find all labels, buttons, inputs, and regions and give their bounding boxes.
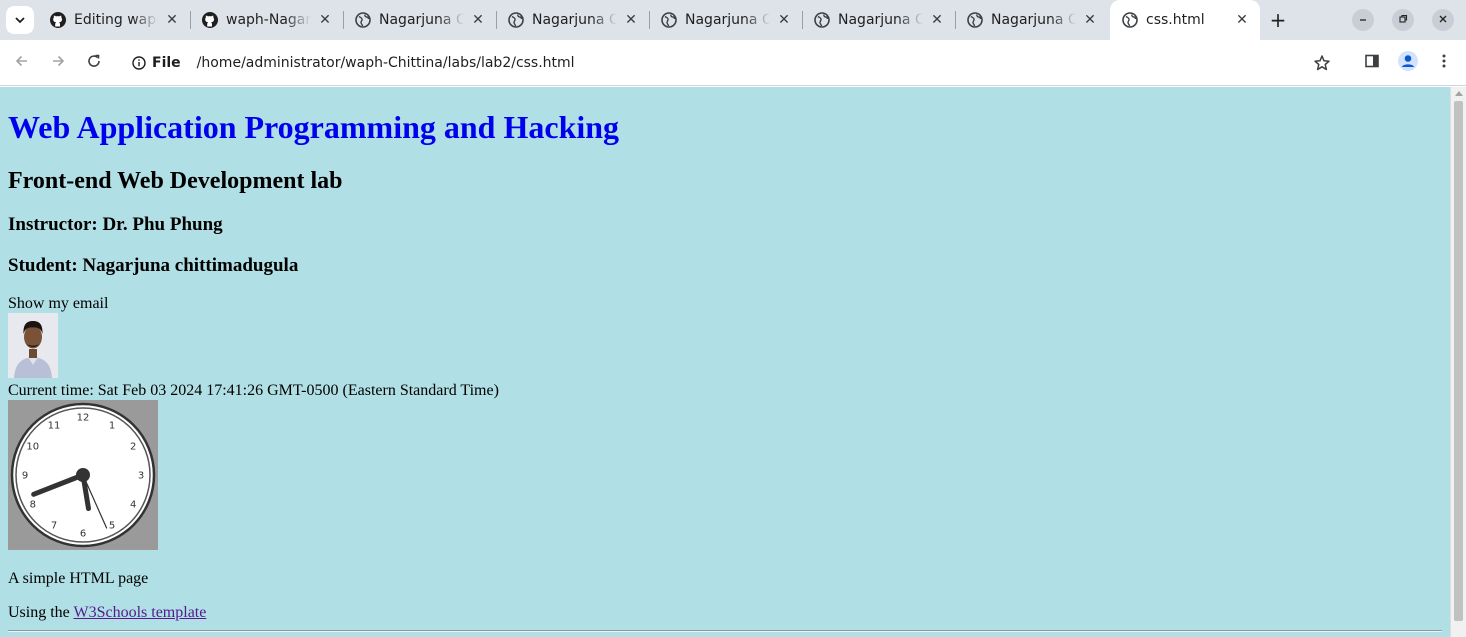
student-photo — [8, 313, 58, 378]
w3schools-template-link[interactable]: W3Schools template — [73, 604, 206, 621]
clock-center — [76, 468, 90, 482]
minimize-button[interactable] — [1352, 9, 1374, 31]
instructor-heading: Instructor: Dr. Phu Phung — [8, 214, 223, 235]
clock-number: 12 — [77, 413, 90, 424]
current-time: Current time: Sat Feb 03 2024 17:41:26 G… — [8, 382, 499, 399]
back-button[interactable] — [8, 49, 36, 77]
close-icon[interactable]: ✕ — [1080, 10, 1100, 30]
kebab-menu-icon — [1436, 53, 1452, 73]
clock-number: 10 — [26, 442, 39, 453]
reload-icon — [86, 53, 102, 73]
scroll-up-arrow[interactable] — [1455, 91, 1463, 96]
globe-icon — [814, 12, 830, 28]
globe-icon — [661, 12, 677, 28]
close-icon[interactable]: ✕ — [468, 10, 488, 30]
tab-nagarjuna-2[interactable]: Nagarjuna Chittimadugula ✕ — [496, 0, 650, 40]
tab-strip: Editing waph-Chittina ✕ waph-Nagarjuna ✕… — [0, 0, 1466, 40]
student-heading: Student: Nagarjuna chittimadugula — [8, 255, 299, 276]
show-email-toggle[interactable]: Show my email — [8, 294, 108, 313]
reload-button[interactable] — [80, 49, 108, 77]
new-tab-button[interactable]: + — [1264, 6, 1292, 34]
arrow-left-icon — [14, 53, 30, 73]
close-icon — [1438, 14, 1448, 27]
clock-number: 9 — [22, 471, 28, 482]
tab-title: Nagarjuna Chittimadugula — [685, 12, 770, 28]
close-icon[interactable]: ✕ — [774, 10, 794, 30]
minimize-icon — [1358, 14, 1368, 27]
info-icon — [132, 56, 146, 70]
github-icon — [50, 12, 66, 28]
site-info-label: File — [152, 55, 181, 71]
avatar-icon — [1397, 50, 1419, 76]
clock-number: 1 — [109, 420, 115, 431]
template-credit-prefix: Using the — [8, 604, 74, 621]
template-credit: Using the W3Schools template — [8, 603, 206, 622]
forward-button[interactable] — [44, 49, 72, 77]
close-window-button[interactable] — [1432, 9, 1454, 31]
side-panel-button[interactable] — [1358, 49, 1386, 77]
close-icon[interactable]: ✕ — [621, 10, 641, 30]
arrow-right-icon — [50, 53, 66, 73]
tab-search-button[interactable] — [6, 6, 34, 34]
clock-number: 5 — [109, 521, 115, 532]
clock-number: 2 — [130, 442, 136, 453]
clock-number: 6 — [80, 529, 86, 540]
side-panel-icon — [1364, 53, 1380, 73]
restore-icon — [1398, 14, 1408, 27]
close-icon[interactable]: ✕ — [162, 10, 182, 30]
tab-nagarjuna-3[interactable]: Nagarjuna Chittimadugula ✕ — [649, 0, 803, 40]
site-info-chip[interactable]: File — [124, 50, 191, 76]
lab-subtitle: Front-end Web Development lab — [8, 168, 343, 194]
scrollbar-thumb[interactable] — [1454, 101, 1463, 621]
plus-icon: + — [1269, 8, 1287, 32]
globe-icon — [967, 12, 983, 28]
tab-title: Editing waph-Chittina — [74, 12, 158, 28]
tab-title: Nagarjuna Chittimadugula — [838, 12, 923, 28]
clock-number: 7 — [51, 521, 57, 532]
simple-page-text: A simple HTML page — [8, 570, 149, 587]
address-bar[interactable]: File /home/administrator/waph-Chittina/l… — [120, 46, 1342, 80]
tab-nagarjuna-5[interactable]: Nagarjuna Chittimadugula ✕ — [955, 0, 1108, 40]
clock-number: 8 — [30, 500, 36, 511]
tab-title: Nagarjuna Chittimadugula — [379, 12, 464, 28]
menu-button[interactable] — [1430, 49, 1458, 77]
clock-number: 4 — [130, 500, 136, 511]
tab-editing[interactable]: Editing waph-Chittina ✕ — [38, 0, 191, 40]
tab-nagarjuna-4[interactable]: Nagarjuna Chittimadugula ✕ — [802, 0, 956, 40]
tab-title: css.html — [1146, 12, 1205, 28]
tab-title: Nagarjuna Chittimadugula — [991, 12, 1076, 28]
restore-button[interactable] — [1392, 9, 1414, 31]
profile-button[interactable] — [1394, 49, 1422, 77]
bookmark-star-icon[interactable] — [1312, 53, 1332, 73]
clock-number: 3 — [138, 471, 144, 482]
globe-icon — [1122, 12, 1138, 28]
tab-waph-nagarjuna[interactable]: waph-Nagarjuna ✕ — [190, 0, 344, 40]
page-viewport: Web Application Programming and Hacking … — [0, 87, 1450, 637]
close-icon[interactable]: ✕ — [1232, 10, 1252, 30]
close-icon[interactable]: ✕ — [927, 10, 947, 30]
close-icon[interactable]: ✕ — [315, 10, 335, 30]
tab-css-html[interactable]: css.html ✕ — [1110, 0, 1260, 40]
url-text[interactable]: /home/administrator/waph-Chittina/labs/l… — [197, 55, 575, 71]
tab-title: Nagarjuna Chittimadugula — [532, 12, 617, 28]
horizontal-rule — [8, 630, 1442, 632]
page-title: Web Application Programming and Hacking — [8, 109, 620, 145]
globe-icon — [355, 12, 371, 28]
clock-number: 11 — [48, 420, 61, 431]
toolbar: File /home/administrator/waph-Chittina/l… — [0, 40, 1466, 86]
analog-clock: 12 1 2 3 4 5 6 7 8 9 10 11 — [8, 400, 158, 550]
tab-nagarjuna-1[interactable]: Nagarjuna Chittimadugula ✕ — [343, 0, 497, 40]
github-icon — [202, 12, 218, 28]
tab-title: waph-Nagarjuna — [226, 12, 311, 28]
globe-icon — [508, 12, 524, 28]
page-scrollbar[interactable] — [1450, 87, 1466, 637]
chevron-down-icon — [14, 11, 26, 30]
